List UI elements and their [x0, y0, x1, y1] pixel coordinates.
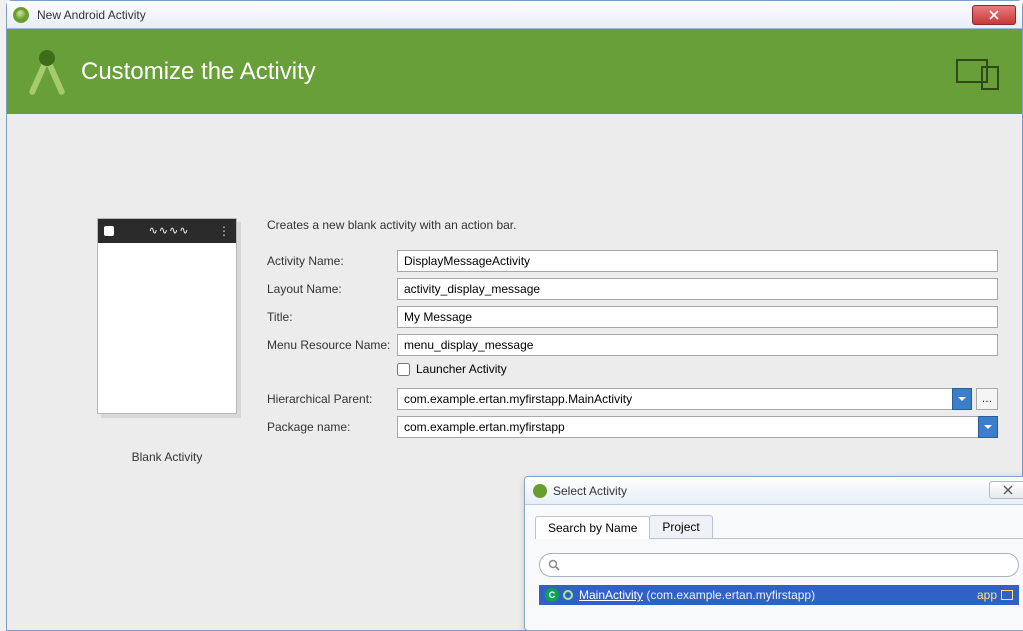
chevron-down-icon: [958, 395, 966, 403]
select-activity-dialog: Select Activity Search by Name Project C…: [524, 476, 1023, 631]
activity-preview: ∿∿∿∿ ⋮: [97, 218, 237, 414]
class-icon: C: [545, 588, 559, 602]
close-icon: [989, 10, 999, 20]
label-title: Title:: [267, 310, 397, 324]
launcher-activity-checkbox[interactable]: [397, 363, 410, 376]
title-placeholder: ∿∿∿∿: [120, 224, 218, 238]
label-menu-resource: Menu Resource Name:: [267, 338, 397, 352]
menu-resource-input[interactable]: [397, 334, 998, 356]
select-activity-search-input[interactable]: [539, 553, 1019, 577]
package-name-input[interactable]: [397, 416, 978, 438]
preview-label: Blank Activity: [67, 450, 267, 464]
activity-result-row[interactable]: C MainActivity (com.example.ertan.myfirs…: [539, 585, 1019, 605]
module-icon: [1001, 590, 1013, 600]
title-input[interactable]: [397, 306, 998, 328]
android-studio-logo: [25, 50, 69, 94]
form-factor-icon: [956, 59, 1000, 96]
activity-name-input[interactable]: [397, 250, 998, 272]
select-activity-titlebar[interactable]: Select Activity: [525, 477, 1023, 505]
select-activity-title: Select Activity: [553, 484, 627, 498]
runnable-icon: [563, 590, 573, 600]
tab-project[interactable]: Project: [649, 515, 712, 538]
window-titlebar[interactable]: New Android Activity: [7, 1, 1022, 29]
label-hierarchical-parent: Hierarchical Parent:: [267, 392, 397, 406]
close-button[interactable]: [972, 5, 1016, 25]
result-package: (com.example.ertan.myfirstapp): [646, 588, 815, 602]
layout-name-input[interactable]: [397, 278, 998, 300]
package-name-dropdown-button[interactable]: [978, 416, 998, 438]
hierarchical-parent-dropdown-button[interactable]: [952, 388, 972, 410]
result-module: app: [977, 588, 997, 602]
hierarchical-parent-input[interactable]: [397, 388, 952, 410]
banner: Customize the Activity: [7, 29, 1022, 114]
banner-heading: Customize the Activity: [81, 58, 316, 86]
select-activity-tabs: Search by Name Project: [535, 513, 1023, 539]
overflow-menu-icon: ⋮: [218, 224, 230, 238]
hierarchical-parent-browse-button[interactable]: …: [976, 388, 998, 410]
search-icon: [548, 558, 560, 576]
android-studio-icon: [13, 7, 29, 23]
label-launcher-activity: Launcher Activity: [416, 362, 507, 376]
label-package-name: Package name:: [267, 420, 397, 434]
app-icon-placeholder: [104, 226, 114, 236]
tab-search-by-name[interactable]: Search by Name: [535, 516, 650, 539]
label-activity-name: Activity Name:: [267, 254, 397, 268]
select-activity-close-button[interactable]: [989, 481, 1023, 499]
intro-text: Creates a new blank activity with an act…: [267, 218, 998, 232]
android-studio-icon: [533, 484, 547, 498]
chevron-down-icon: [984, 423, 992, 431]
label-layout-name: Layout Name:: [267, 282, 397, 296]
window-title: New Android Activity: [37, 8, 146, 22]
result-class-name: MainActivity: [579, 588, 643, 602]
close-icon: [1001, 485, 1015, 495]
